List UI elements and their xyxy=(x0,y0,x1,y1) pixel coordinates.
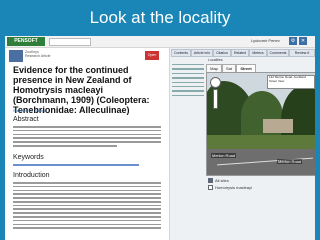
section-keywords: Keywords xyxy=(13,154,44,161)
site-header: PENSOFT Lyubomir Penev ⚙ ✕ xyxy=(5,36,315,48)
tab-contents[interactable]: Contents xyxy=(171,49,191,57)
keywords-text xyxy=(13,164,161,168)
tab-metrics[interactable]: Metrics xyxy=(249,49,267,57)
side-panel: Contents Article info Citation Related M… xyxy=(169,48,315,240)
article-meta: ZooKeys Research Article xyxy=(25,50,135,58)
search-input[interactable] xyxy=(49,38,91,46)
settings-icon[interactable]: ⚙ xyxy=(289,37,297,45)
article-pane: ZooKeys Research Article Open Access Evi… xyxy=(5,48,168,240)
compass-icon[interactable] xyxy=(210,77,221,88)
article-topbar: ZooKeys Research Article Open Access xyxy=(9,50,159,66)
article-type: Research Article xyxy=(25,54,51,58)
locality-list xyxy=(172,64,204,174)
option-species-label: Homotrysis macleayi xyxy=(215,185,252,190)
tab-review[interactable]: Review # xyxy=(289,49,315,57)
tab-related[interactable]: Related xyxy=(231,49,249,57)
localities-header: Localities xyxy=(170,57,315,63)
browser-screenshot: PENSOFT Lyubomir Penev ⚙ ✕ ZooKeys Resea… xyxy=(5,36,315,240)
site-logo[interactable]: PENSOFT xyxy=(7,37,45,46)
road-label: Merton Road xyxy=(211,153,237,158)
road-label: Merton Road xyxy=(277,159,303,164)
article-author[interactable]: Stephen E. Thorpe xyxy=(13,108,47,113)
option-all-label: All sites xyxy=(215,178,229,183)
tab-comments[interactable]: Comments xyxy=(267,49,289,57)
zoom-slider[interactable] xyxy=(213,89,218,109)
introduction-text xyxy=(13,182,161,231)
trees-center xyxy=(241,91,283,141)
abstract-text xyxy=(13,126,161,149)
checkbox-icon[interactable] xyxy=(208,178,213,184)
section-abstract: Abstract xyxy=(13,116,39,123)
slide-title: Look at the locality xyxy=(89,8,231,27)
user-name[interactable]: Lyubomir Penev xyxy=(251,38,280,43)
open-access-badge: Open Access xyxy=(145,51,159,66)
option-all[interactable]: All sites xyxy=(208,178,229,184)
infobox-link[interactable]: Street View xyxy=(269,79,313,84)
panel-tabs: Contents Article info Citation Related M… xyxy=(170,49,315,57)
house xyxy=(263,119,293,133)
option-species[interactable]: Homotrysis macleayi xyxy=(208,185,252,191)
tab-article-info[interactable]: Article info xyxy=(191,49,213,57)
section-introduction: Introduction xyxy=(13,172,50,179)
localities-label: Localities xyxy=(208,58,223,62)
journal-logo xyxy=(9,50,23,62)
street-view[interactable]: Merton Road Merton Road 142 Merton Road,… xyxy=(206,72,315,176)
close-icon[interactable]: ✕ xyxy=(299,37,307,45)
tab-citation[interactable]: Citation xyxy=(213,49,231,57)
slide-banner: Look at the locality xyxy=(0,0,320,36)
location-infobox: 142 Merton Road, Auckland Street View xyxy=(267,75,315,89)
checkbox-icon[interactable] xyxy=(208,185,213,191)
map-options: All sites Homotrysis macleayi xyxy=(206,176,314,206)
